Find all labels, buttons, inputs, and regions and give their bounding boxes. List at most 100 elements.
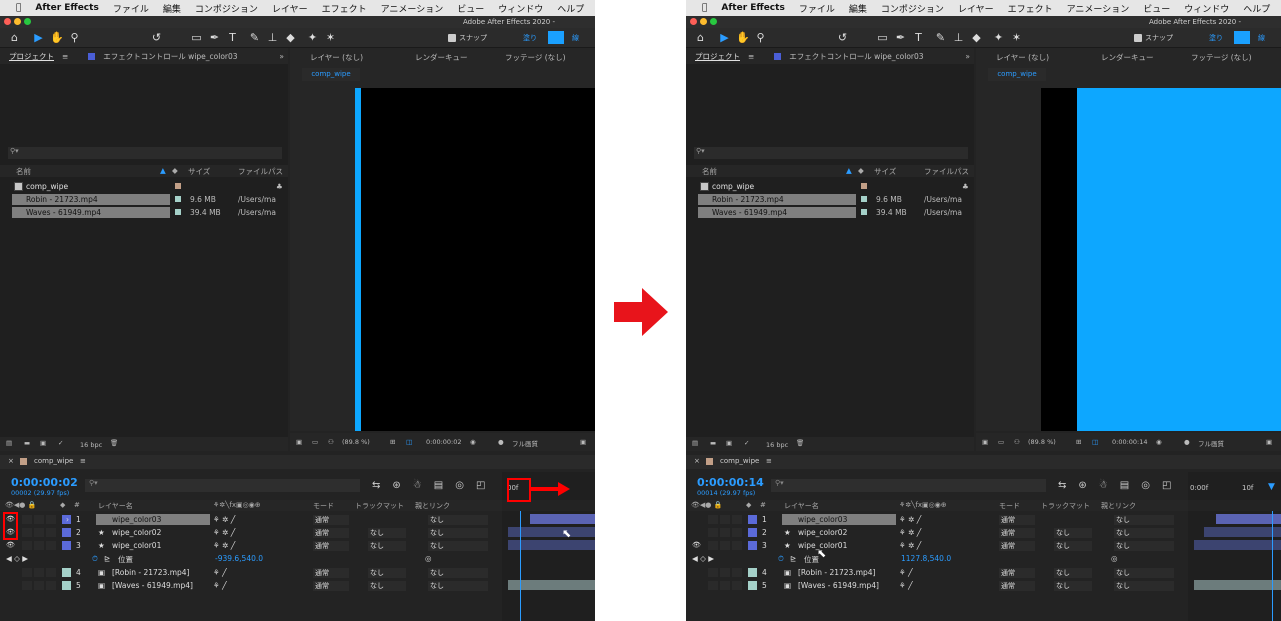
quality-select[interactable]: フル画質 [1198, 438, 1224, 448]
transparency-icon[interactable]: ◫ [1092, 438, 1098, 446]
col-mode[interactable]: モード [313, 501, 334, 511]
hand-tool-icon[interactable]: ✋ [736, 31, 750, 44]
menu-edit[interactable]: 編集 [849, 2, 867, 15]
stroke-label[interactable]: 線 [572, 33, 579, 43]
region-icon[interactable]: ▣ [296, 438, 302, 446]
mode-select[interactable]: 通常 [999, 568, 1035, 578]
flowchart-icon[interactable]: ♣ [962, 182, 969, 191]
quality-select[interactable]: フル画質 [512, 438, 538, 448]
draft-3d-icon[interactable]: ⊛ [392, 480, 400, 491]
eraser-tool-icon[interactable]: ◆ [284, 31, 297, 44]
layer-bar[interactable] [508, 540, 595, 550]
viewer-timecode[interactable]: 0:00:00:14 [1112, 438, 1148, 446]
layer-name[interactable]: [Waves - 61949.mp4] [782, 580, 896, 591]
mode-select[interactable]: 通常 [999, 541, 1035, 551]
expand-icon[interactable]: › [66, 515, 69, 524]
selection-tool-icon[interactable]: ▶ [32, 31, 45, 44]
rectangle-tool-icon[interactable]: ▭ [876, 31, 889, 44]
mask-icon[interactable]: ⚇ [1014, 438, 1020, 446]
stopwatch-icon[interactable]: ⏱ [92, 554, 98, 564]
col-size[interactable]: サイズ [188, 166, 210, 177]
minimize-dot[interactable] [700, 18, 707, 25]
stroke-label[interactable]: 線 [1258, 33, 1265, 43]
layer-bar[interactable] [508, 527, 595, 537]
layer-switches[interactable]: ⚘ ✲ ╱ [899, 528, 921, 537]
mode-select[interactable]: 通常 [313, 515, 349, 525]
label-col-icon[interactable]: ◆ [172, 166, 178, 175]
parent-select[interactable]: なし [1114, 581, 1174, 591]
timecode[interactable]: 0:00:00:14 [697, 476, 764, 489]
tab-comp-wipe[interactable]: comp_wipe [302, 68, 360, 81]
track-matte-select[interactable]: なし [1054, 541, 1092, 551]
trash-icon[interactable]: 🗑 [110, 439, 118, 447]
eye-icon[interactable]: 👁 [692, 541, 701, 549]
fit-icon[interactable]: ▣ [580, 438, 586, 446]
tab-footage[interactable]: フッテージ (なし) [505, 52, 566, 63]
new-folder-icon[interactable]: ▬ [24, 439, 30, 447]
close-dot[interactable] [690, 18, 697, 25]
sort-icon[interactable]: ▲ [160, 166, 166, 175]
settings-icon[interactable]: ✓ [58, 439, 63, 447]
menu-animation[interactable]: アニメーション [381, 2, 444, 15]
graph-icon[interactable]: ⊵ [104, 554, 110, 563]
eye-icon[interactable]: 👁 [6, 541, 15, 549]
parent-select[interactable]: なし [428, 515, 488, 525]
layer-switches[interactable]: ⚘ ✲ ╱ [213, 541, 235, 550]
menu-file[interactable]: ファイル [113, 2, 149, 15]
close-dot[interactable] [4, 18, 11, 25]
zoom-tool-icon[interactable]: ⚲ [68, 31, 81, 44]
layer-switches[interactable]: ⚘ ✲ ╱ [213, 515, 235, 524]
selection-tool-icon[interactable]: ▶ [718, 31, 731, 44]
menu-icon[interactable]: ≡ [62, 52, 68, 61]
brush-tool-icon[interactable]: ✎ [934, 31, 947, 44]
interpret-footage-icon[interactable]: ▤ [692, 439, 698, 447]
track-area[interactable]: ⬉ [502, 511, 595, 621]
apple-icon[interactable]:  [16, 3, 21, 13]
panel-overflow-icon[interactable]: » [279, 52, 284, 61]
parent-select[interactable]: なし [1114, 568, 1174, 578]
layer-row[interactable]: 4 ▣ [Robin - 21723.mp4] ⚘ ╱ 通常 なし なし [0, 566, 502, 579]
motion-blur-icon[interactable]: ◎ [1141, 480, 1150, 491]
track-matte-select[interactable]: なし [368, 581, 406, 591]
timeline-comp-name[interactable]: comp_wipe [720, 457, 759, 465]
graph-editor-icon[interactable]: ◰ [476, 480, 485, 491]
layer-switches[interactable]: ⚘ ✲ ╱ [213, 528, 235, 537]
keyframe-nav-icon[interactable]: ◀ ◇ ▶ [6, 554, 28, 563]
mode-select[interactable]: 通常 [999, 581, 1035, 591]
col-path[interactable]: ファイルパス [238, 166, 283, 177]
motion-blur-icon[interactable]: ◎ [455, 480, 464, 491]
position-value[interactable]: -939.6,540.0 [215, 554, 263, 563]
settings-icon[interactable]: ✓ [744, 439, 749, 447]
layer-label-swatch[interactable] [62, 568, 71, 577]
menu-window[interactable]: ウィンドウ [1184, 2, 1229, 15]
layer-name[interactable]: wipe_color01 [96, 540, 210, 551]
pickwhip-icon[interactable]: ◎ [1111, 554, 1118, 563]
zoom-tool-icon[interactable]: ⚲ [754, 31, 767, 44]
bpc-label[interactable]: 16 bpc [766, 441, 788, 449]
panel-overflow-icon[interactable]: » [965, 52, 970, 61]
type-tool-icon[interactable]: T [912, 31, 925, 44]
menu-view[interactable]: ビュー [457, 2, 484, 15]
menu-help[interactable]: ヘルプ [1243, 2, 1270, 15]
timeline-search-input[interactable]: ⚲▾ [771, 479, 1046, 492]
layer-bar[interactable] [1204, 527, 1281, 537]
parent-select[interactable]: なし [428, 568, 488, 578]
mode-select[interactable]: 通常 [313, 581, 349, 591]
project-item[interactable]: comp_wipe ♣ [0, 180, 288, 193]
menu-icon[interactable]: ≡ [748, 52, 754, 61]
zoom-dot[interactable] [24, 18, 31, 25]
timeline-comp-name[interactable]: comp_wipe [34, 457, 73, 465]
home-icon[interactable]: ⌂ [694, 31, 707, 44]
roto-tool-icon[interactable]: ✦ [992, 31, 1005, 44]
layer-bar[interactable] [1194, 540, 1281, 550]
parent-select[interactable]: なし [428, 528, 488, 538]
layer-name[interactable]: wipe_color03 [782, 514, 896, 525]
mode-select[interactable]: 通常 [313, 541, 349, 551]
frame-blend-icon[interactable]: ▤ [1120, 480, 1129, 491]
layer-switches[interactable]: ⚘ ╱ [213, 568, 227, 577]
interpret-footage-icon[interactable]: ▤ [6, 439, 12, 447]
track-matte-select[interactable]: なし [368, 568, 406, 578]
tab-project[interactable]: プロジェクト [695, 51, 740, 62]
layer-bar[interactable] [1194, 580, 1281, 590]
hand-tool-icon[interactable]: ✋ [50, 31, 64, 44]
